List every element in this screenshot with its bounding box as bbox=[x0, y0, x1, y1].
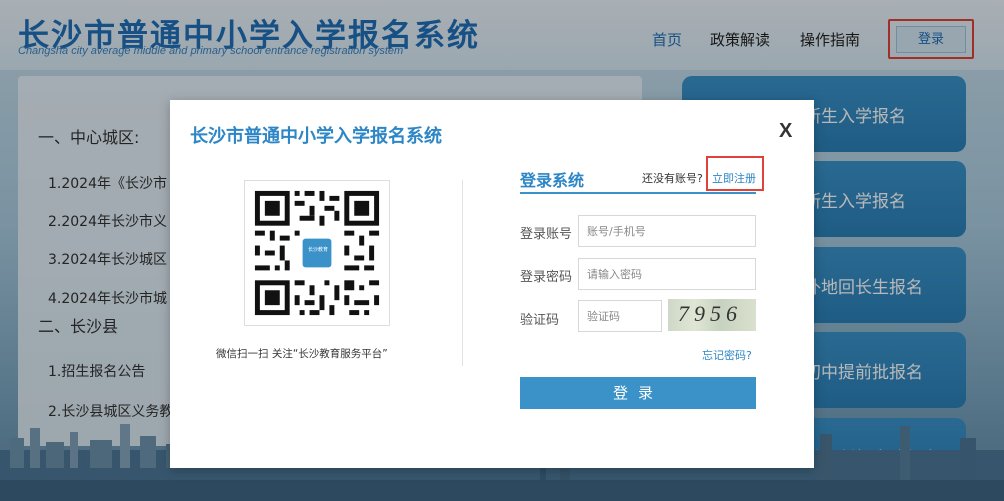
modal-title: 长沙市普通中小学入学报名系统 bbox=[190, 126, 442, 147]
qr-caption: 微信扫一扫 关注“长沙教育服务平台” bbox=[216, 348, 388, 360]
login-form-title: 登录系统 bbox=[520, 171, 585, 190]
password-input[interactable] bbox=[578, 258, 756, 290]
login-modal: 长沙市普通中小学入学报名系统 X 长沙教育 微信扫一扫 关注“长沙教育服务平台”… bbox=[170, 100, 814, 468]
modal-divider bbox=[462, 180, 463, 366]
account-label: 登录账号 bbox=[520, 227, 573, 242]
login-submit-button[interactable]: 登录 bbox=[520, 377, 756, 409]
close-icon[interactable]: X bbox=[779, 120, 792, 143]
captcha-code: 7956 bbox=[678, 301, 742, 326]
forgot-password-link[interactable]: 忘记密码? bbox=[702, 347, 752, 363]
qr-logo-text: 长沙教育 bbox=[307, 247, 328, 253]
captcha-label: 验证码 bbox=[520, 313, 560, 328]
captcha-image[interactable]: 7956 bbox=[668, 299, 756, 331]
captcha-input[interactable] bbox=[578, 300, 662, 332]
no-account-text: 还没有账号? bbox=[642, 172, 703, 185]
password-label: 登录密码 bbox=[520, 270, 573, 285]
wechat-qr-code: 长沙教育 bbox=[244, 180, 390, 326]
account-input[interactable] bbox=[578, 215, 756, 247]
form-title-underline bbox=[520, 192, 756, 194]
register-highlight-box bbox=[706, 156, 764, 191]
qr-code-icon bbox=[245, 181, 389, 325]
